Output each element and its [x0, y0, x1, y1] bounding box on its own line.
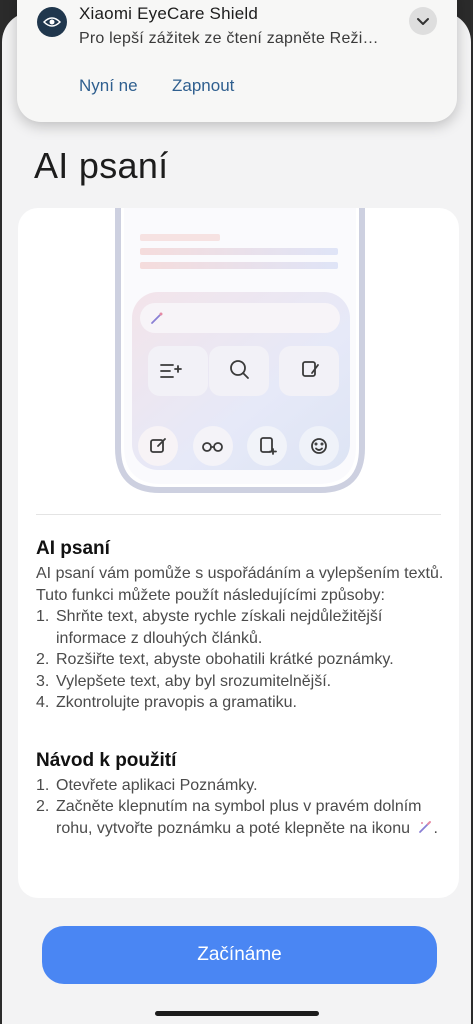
- notification-app-name: Xiaomi EyeCare Shield: [79, 4, 259, 23]
- list-item: 2. Začněte klepnutím na symbol plus v pr…: [36, 798, 438, 837]
- page-title: AI psaní: [34, 145, 169, 186]
- guide-section: Návod k použití 1. Otevřete aplikaci Pozn…: [36, 750, 446, 840]
- get-started-button[interactable]: Začínáme: [42, 926, 437, 984]
- not-now-button[interactable]: Nyní ne: [79, 76, 138, 96]
- content-card: AI psaní AI psaní vám pomůže s uspořádán…: [18, 208, 459, 898]
- feature-intro: AI psaní vám pomůže s uspořádáním a vyle…: [36, 565, 444, 604]
- ai-pen-icon: [419, 820, 432, 833]
- divider: [36, 514, 441, 515]
- list-item: 4. Zkontrolujte pravopis a gramatiku.: [36, 694, 297, 711]
- eye-icon: [37, 7, 67, 37]
- feature-sheet: AI psaní AI psaní AI psaní vám pomůže s …: [2, 12, 471, 1024]
- notification-banner[interactable]: Xiaomi EyeCare Shield Pro lepší zážitek …: [17, 0, 457, 122]
- home-indicator[interactable]: [155, 1011, 319, 1016]
- guide-list: 1. Otevřete aplikaci Poznámky. 2. Začněte…: [36, 775, 446, 840]
- enable-button[interactable]: Zapnout: [172, 76, 234, 96]
- guide-heading: Návod k použití: [36, 749, 177, 771]
- feature-list: 1. Shrňte text, abyste rychle získali nej…: [36, 606, 446, 714]
- notification-message: Pro lepší zážitek ze čtení zapněte Reži…: [79, 30, 379, 47]
- list-item: 3. Vylepšete text, aby byl srozumitelnějš…: [36, 672, 332, 690]
- list-item: 1. Shrňte text, abyste rychle získali nej…: [36, 608, 383, 647]
- list-item: 2. Rozšiřte text, abyste obohatili krátké…: [36, 651, 394, 668]
- feature-heading: AI psaní: [36, 538, 110, 559]
- list-item: 1. Otevřete aplikaci Poznámky.: [36, 776, 258, 794]
- illustration: [115, 208, 365, 493]
- chevron-down-icon[interactable]: [409, 7, 437, 35]
- feature-description: AI psaní AI psaní vám pomůže s uspořádán…: [36, 538, 446, 839]
